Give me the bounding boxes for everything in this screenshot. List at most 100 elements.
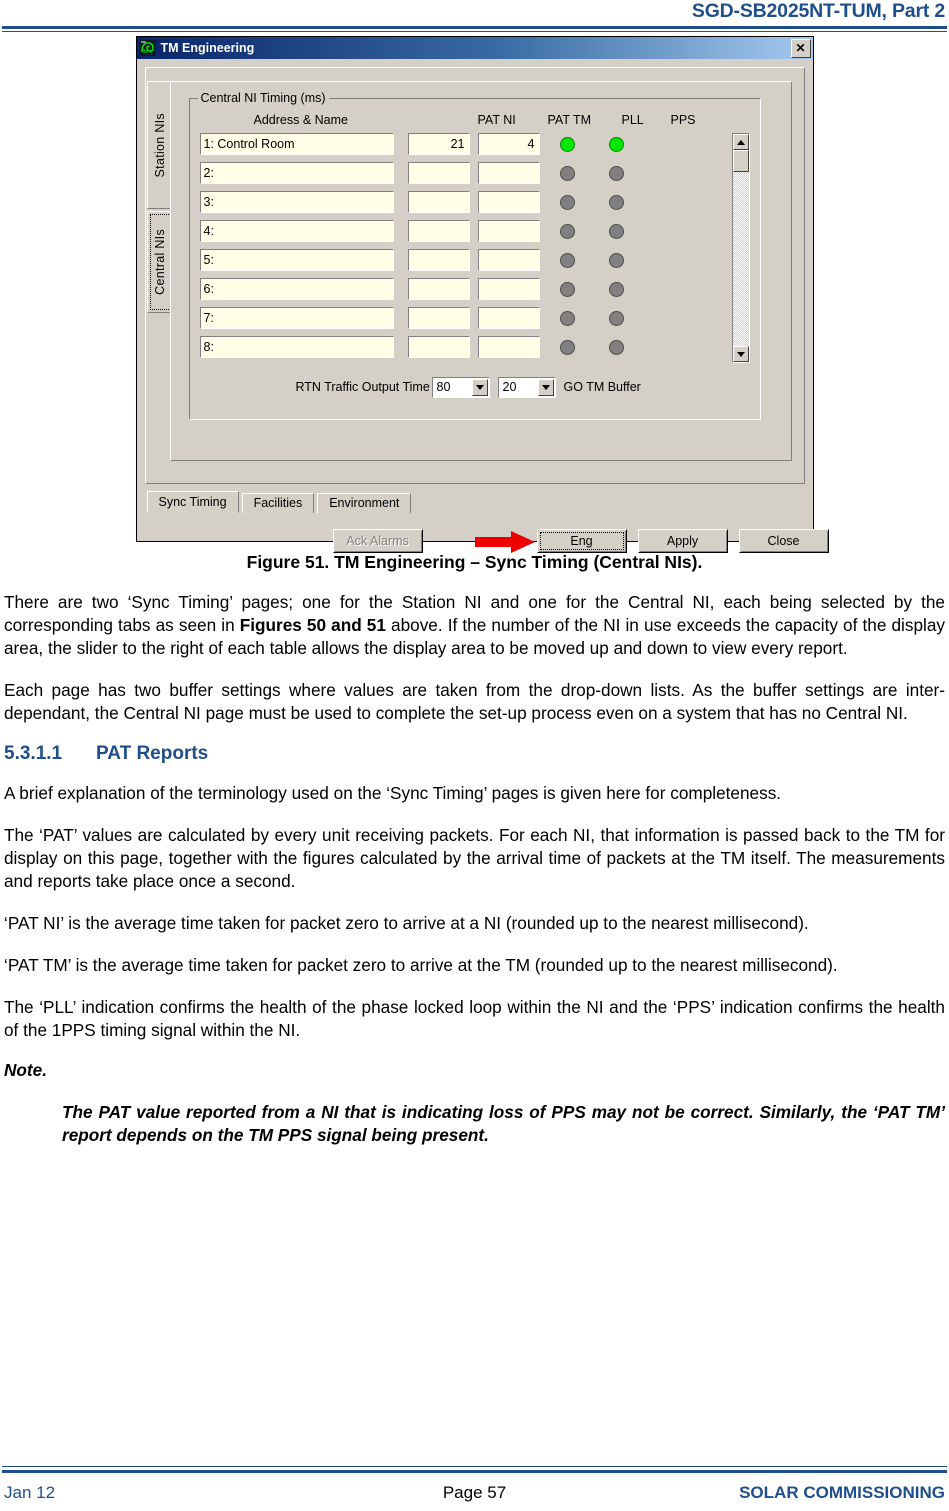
chevron-down-icon[interactable] xyxy=(471,379,488,396)
pll-status-led xyxy=(559,224,575,239)
scroll-up-icon[interactable] xyxy=(732,134,749,150)
eng-button[interactable]: Eng xyxy=(536,529,627,553)
pps-status-led xyxy=(608,137,624,152)
row-pat-ni-field[interactable] xyxy=(407,278,470,300)
paragraph-buffer-settings: Each page has two buffer settings where … xyxy=(4,679,945,723)
tab-environment[interactable]: Environment xyxy=(317,493,412,513)
ack-alarms-button: Ack Alarms xyxy=(332,529,423,553)
table-row: 6: xyxy=(199,278,752,307)
ni-table-body: 1: Control Room 21 4 2: 3: 4: 5: 6: 7: 8… xyxy=(199,133,752,365)
dialog-titlebar: TM Engineering ✕ xyxy=(136,37,813,59)
pps-status-led xyxy=(608,311,624,326)
row-name-field[interactable]: 5: xyxy=(199,249,394,271)
rtn-traffic-output-time-select[interactable]: 80 xyxy=(431,377,490,398)
pps-status-led xyxy=(608,166,624,181)
focus-ring xyxy=(149,214,171,310)
column-header-pps: PPS xyxy=(670,113,696,127)
pll-status-led xyxy=(559,253,575,268)
footer-company: SOLAR COMMISSIONING xyxy=(739,1483,945,1502)
table-scrollbar[interactable] xyxy=(731,133,750,363)
row-pat-tm-field[interactable] xyxy=(477,278,540,300)
rtn-traffic-output-time-value: 80 xyxy=(436,380,451,394)
scrollbar-thumb[interactable] xyxy=(732,150,749,172)
pll-status-led xyxy=(559,195,575,210)
row-name-field[interactable]: 6: xyxy=(199,278,394,300)
pps-status-led xyxy=(608,224,624,239)
row-pat-tm-field[interactable] xyxy=(477,249,540,271)
header-rule-thick xyxy=(2,26,947,29)
pll-status-led xyxy=(559,282,575,297)
scrollbar-track[interactable] xyxy=(732,150,749,346)
row-pat-ni-field[interactable] xyxy=(407,336,470,358)
tm-engineering-dialog: TM Engineering ✕ Station NIs Central NIs xyxy=(135,36,829,553)
scroll-down-icon[interactable] xyxy=(732,346,749,362)
table-row: 4: xyxy=(199,220,752,249)
paragraph-pat-tm: ‘PAT TM’ is the average time taken for p… xyxy=(4,954,838,975)
close-icon[interactable]: ✕ xyxy=(790,38,811,58)
chevron-down-icon[interactable] xyxy=(537,379,554,396)
go-tm-buffer-select[interactable]: 20 xyxy=(497,377,556,398)
paragraph-sync-timing-pages: There are two ‘Sync Timing’ pages; one f… xyxy=(4,591,945,660)
row-pat-tm-field[interactable]: 4 xyxy=(477,133,540,155)
pps-status-led xyxy=(608,253,624,268)
arrow-down-glyph xyxy=(736,351,745,357)
figure-caption: Figure 51. TM Engineering – Sync Timing … xyxy=(246,552,703,572)
arrow-down-glyph xyxy=(541,385,550,390)
paragraph-terminology: A brief explanation of the terminology u… xyxy=(4,783,782,804)
table-header-row: Address & Name PAT NI PAT TM PLL PPS xyxy=(190,113,760,129)
rtn-traffic-row: RTN Traffic Output Time 80 20 GO TM Buff… xyxy=(190,377,760,399)
row-name-field[interactable]: 3: xyxy=(199,191,394,213)
row-pat-ni-field[interactable]: 21 xyxy=(407,133,470,155)
row-pat-tm-field[interactable] xyxy=(477,162,540,184)
row-name-field[interactable]: 8: xyxy=(199,336,394,358)
go-tm-buffer-value: 20 xyxy=(502,380,517,394)
footer-rule-thin xyxy=(2,1466,947,1467)
section-heading-pat-reports: 5.3.1.1 PAT Reports xyxy=(4,743,945,765)
tab-sync-timing[interactable]: Sync Timing xyxy=(146,491,239,513)
footer-rule-thick xyxy=(2,1470,947,1473)
row-pat-tm-field[interactable] xyxy=(477,336,540,358)
tab-facilities[interactable]: Facilities xyxy=(241,493,315,513)
row-pat-tm-field[interactable] xyxy=(477,220,540,242)
pll-status-led xyxy=(559,340,575,355)
bottom-tab-strip: Sync Timing Facilities Environment xyxy=(146,491,415,513)
pll-status-led xyxy=(559,137,575,152)
row-pat-tm-field[interactable] xyxy=(477,307,540,329)
dialog-title: TM Engineering xyxy=(160,41,255,55)
arrow-down-glyph xyxy=(475,385,484,390)
row-pat-ni-field[interactable] xyxy=(407,220,470,242)
note-body: The PAT value reported from a NI that is… xyxy=(62,1102,945,1146)
row-pat-ni-field[interactable] xyxy=(407,249,470,271)
paragraph-pll-pps: The ‘PLL’ indication confirms the health… xyxy=(4,996,945,1040)
tab-page-central-nis: Central NI Timing (ms) Address & Name PA… xyxy=(169,81,792,461)
row-name-field[interactable]: 4: xyxy=(199,220,394,242)
row-pat-ni-field[interactable] xyxy=(407,307,470,329)
paragraph-pat-ni: ‘PAT NI’ is the average time taken for p… xyxy=(4,912,809,933)
row-name-field[interactable]: 1: Control Room xyxy=(199,133,394,155)
go-tm-buffer-label: GO TM Buffer xyxy=(563,380,641,394)
table-row: 5: xyxy=(199,249,752,278)
table-row: 7: xyxy=(199,307,752,336)
column-header-pat-tm: PAT TM xyxy=(547,113,592,127)
table-row: 3: xyxy=(199,191,752,220)
row-pat-ni-field[interactable] xyxy=(407,162,470,184)
arrow-up-glyph xyxy=(736,139,745,145)
column-header-pll: PLL xyxy=(621,113,644,127)
column-header-address-name: Address & Name xyxy=(253,113,348,127)
apply-button[interactable]: Apply xyxy=(637,529,728,553)
app-logo-icon xyxy=(139,40,156,56)
row-pat-tm-field[interactable] xyxy=(477,191,540,213)
groupbox-label: Central NI Timing (ms) xyxy=(197,91,329,105)
table-row: 2: xyxy=(199,162,752,191)
close-button[interactable]: Close xyxy=(738,529,829,553)
central-ni-timing-groupbox: Central NI Timing (ms) Address & Name PA… xyxy=(188,91,761,420)
row-pat-ni-field[interactable] xyxy=(407,191,470,213)
row-name-field[interactable]: 7: xyxy=(199,307,394,329)
annotation-arrow-icon xyxy=(474,531,537,553)
table-row: 8: xyxy=(199,336,752,365)
row-name-field[interactable]: 2: xyxy=(199,162,394,184)
section-title: PAT Reports xyxy=(96,743,209,765)
pll-status-led xyxy=(559,311,575,326)
dialog-body: Station NIs Central NIs Central NI Timin… xyxy=(137,59,829,553)
pll-status-led xyxy=(559,166,575,181)
